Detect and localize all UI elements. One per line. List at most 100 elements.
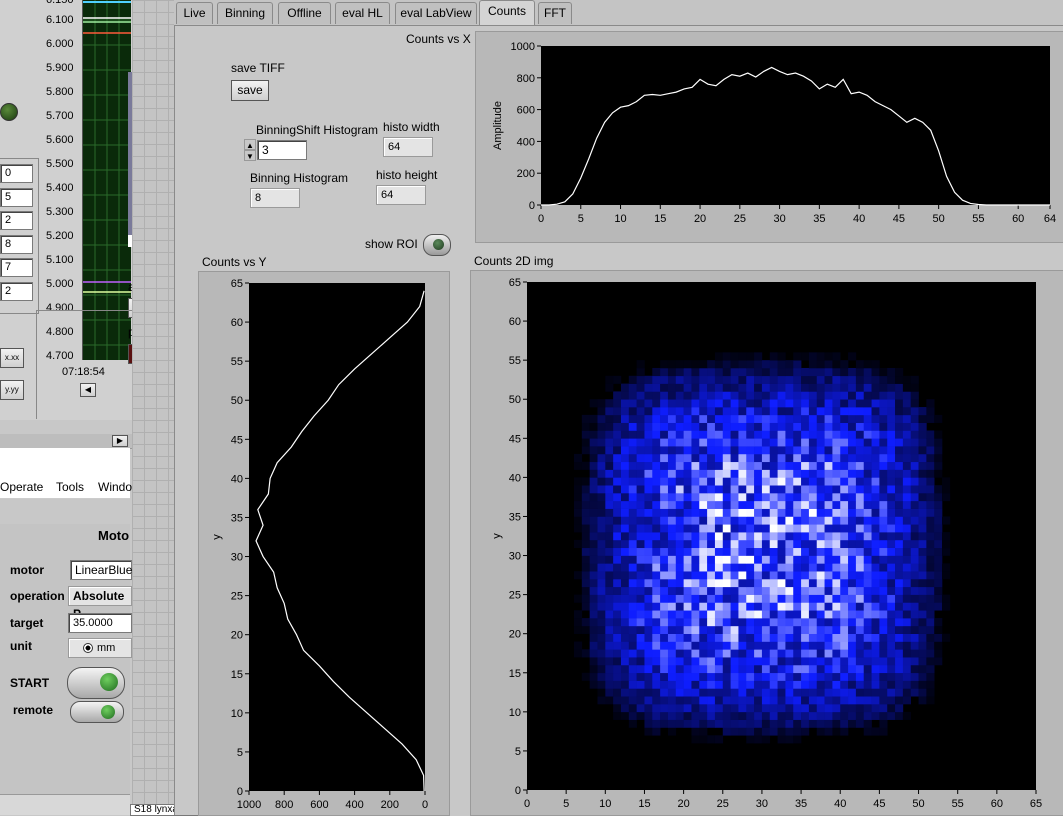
binning-shift-stepper[interactable]: ▲ ▼ xyxy=(244,139,256,161)
heatmap-cell xyxy=(613,477,622,486)
heatmap-cell xyxy=(652,446,661,455)
heatmap-cell xyxy=(707,360,716,369)
tab-fft[interactable]: FFT xyxy=(538,2,572,24)
heatmap-cell xyxy=(636,539,645,549)
heatmap-cell xyxy=(652,516,661,525)
heatmap-cell xyxy=(871,594,880,603)
menu-window[interactable]: Windo xyxy=(98,480,132,494)
partial-value-field[interactable]: 2 xyxy=(0,211,33,231)
heatmap-cell xyxy=(824,422,833,431)
heatmap-cell xyxy=(652,539,661,549)
heatmap-cell xyxy=(613,664,622,674)
heatmap-cell xyxy=(777,641,786,650)
heatmap-cell xyxy=(628,680,637,689)
heatmap-cell xyxy=(722,493,731,502)
heatmap-cell xyxy=(895,680,904,689)
x-tick-label: 50 xyxy=(912,798,924,810)
x-scale-button[interactable]: x.xx xyxy=(0,348,24,368)
heatmap-cell xyxy=(754,375,763,384)
heatmap-cell xyxy=(652,664,661,674)
heatmap-cell xyxy=(589,524,598,533)
heatmap-cell xyxy=(636,446,645,455)
heatmap-cell xyxy=(816,524,825,533)
heatmap-cell xyxy=(754,422,763,431)
unit-radio[interactable]: mm xyxy=(68,638,132,658)
show-roi-toggle[interactable] xyxy=(423,234,451,256)
heatmap-cell xyxy=(667,539,677,549)
x-tick-label: 20 xyxy=(694,213,706,225)
partial-value-field[interactable]: 5 xyxy=(0,187,33,207)
heatmap-cell xyxy=(848,383,857,392)
x-tick-label: 1000 xyxy=(237,799,261,811)
heatmap-cell xyxy=(660,610,669,619)
partial-value-field[interactable]: 0 xyxy=(0,164,33,183)
window-arrow-button[interactable]: ▶ xyxy=(112,435,128,447)
heatmap-cell xyxy=(816,493,825,502)
heatmap-cell xyxy=(777,508,786,517)
heatmap-cell xyxy=(589,571,598,580)
remote-toggle[interactable] xyxy=(70,701,124,723)
tab-counts[interactable]: Counts xyxy=(479,0,535,26)
heatmap-cell xyxy=(910,547,919,556)
heatmap-cell xyxy=(879,618,888,627)
heatmap-cell xyxy=(620,453,630,463)
heatmap-cell xyxy=(808,641,818,650)
heatmap-cell xyxy=(738,594,747,603)
heatmap-cell xyxy=(738,352,747,361)
y-tick-label: 15 xyxy=(231,669,243,681)
tab-eval-hl[interactable]: eval HL xyxy=(335,2,390,24)
heatmap-cell xyxy=(730,547,739,556)
heatmap-cell xyxy=(714,649,724,658)
menu-operate[interactable]: Operate xyxy=(0,480,43,494)
target-input[interactable]: 35.0000 xyxy=(68,613,132,633)
heatmap-cell xyxy=(887,571,896,580)
decrement-arrow-icon[interactable]: ▼ xyxy=(244,150,256,161)
tab-live[interactable]: Live xyxy=(176,2,213,24)
heatmap-cell xyxy=(785,477,794,486)
y-tick-label: 55 xyxy=(509,355,521,367)
heatmap-cell xyxy=(652,641,661,650)
heatmap-cell xyxy=(887,539,896,549)
operation-select[interactable]: Absolute P xyxy=(68,586,132,621)
heatmap-cell xyxy=(824,532,833,541)
heatmap-cell xyxy=(840,602,849,611)
heatmap-cell xyxy=(746,532,755,541)
heatmap-cell xyxy=(589,672,598,681)
heatmap-cell xyxy=(793,477,802,486)
tab-offline[interactable]: Offline xyxy=(278,2,331,24)
heatmap-cell xyxy=(581,594,590,603)
heatmap-cell xyxy=(793,625,802,634)
tab-binning[interactable]: Binning xyxy=(217,2,273,24)
radio-selected-icon xyxy=(83,643,93,654)
save-button[interactable]: save xyxy=(231,80,269,101)
heatmap-cell xyxy=(699,399,708,408)
heatmap-cell xyxy=(605,680,614,689)
heatmap-cell xyxy=(871,649,880,658)
heatmap-cell xyxy=(613,461,622,470)
heatmap-cell xyxy=(808,688,818,697)
tab-eval-labview[interactable]: eval LabView xyxy=(395,2,477,24)
heatmap-cell xyxy=(848,571,857,580)
menu-tools[interactable]: Tools xyxy=(56,480,84,494)
motor-select[interactable]: LinearBlue xyxy=(70,560,132,580)
heatmap-cell xyxy=(589,446,598,455)
heatmap-cell xyxy=(808,414,818,423)
heatmap-cell xyxy=(816,719,825,728)
heatmap-cell xyxy=(746,719,755,728)
heatmap-cell xyxy=(605,438,614,447)
heatmap-cell xyxy=(785,735,794,744)
start-motor-button[interactable] xyxy=(67,667,125,699)
y-scale-button[interactable]: y.yy xyxy=(0,380,24,400)
partial-value-field[interactable]: 2 xyxy=(0,282,33,301)
binning-shift-input[interactable]: 3 xyxy=(257,140,307,160)
heatmap-cell xyxy=(699,649,708,658)
partial-value-field[interactable]: 8 xyxy=(0,234,33,254)
heatmap-cell xyxy=(730,688,739,697)
heatmap-cell xyxy=(699,711,708,720)
heatmap-cell xyxy=(636,594,645,603)
heatmap-cell xyxy=(722,610,731,619)
heatmap-cell xyxy=(652,571,661,580)
heatmap-cell xyxy=(793,422,802,431)
partial-value-field[interactable]: 7 xyxy=(0,258,33,278)
increment-arrow-icon[interactable]: ▲ xyxy=(244,139,256,150)
